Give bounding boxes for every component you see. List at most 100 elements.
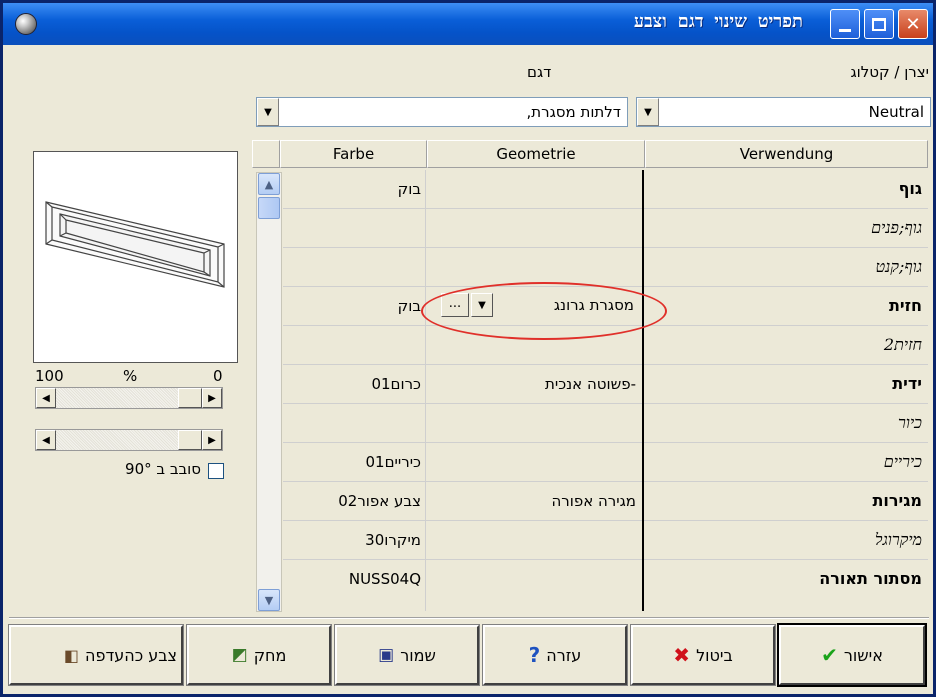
table-row[interactable]: מיקרו30 מיקרוגל [283, 521, 928, 560]
table-row[interactable]: בוק גוף [283, 170, 928, 209]
arrow-right-icon: ▶ [208, 392, 216, 404]
app-globe-icon[interactable] [15, 13, 37, 35]
farbe-cell[interactable]: צבע אפור02 [283, 482, 426, 521]
verwendung-cell[interactable]: גוף;קנט [646, 248, 928, 287]
opacity-unit-label: % [123, 367, 138, 385]
geometrie-cell [426, 599, 644, 611]
ok-button[interactable]: אישור ✔ [777, 623, 927, 687]
dialog-window: תפריט שינוי דגם וצבע ✕ יצרן / קטלוג דגם … [0, 0, 936, 697]
slider-thumb[interactable] [178, 430, 202, 450]
rotation-slider[interactable]: ◀ ▶ [35, 429, 223, 451]
farbe-cell[interactable] [283, 248, 426, 287]
table-row[interactable]: NUSS04Q מסתור תאורה [283, 560, 928, 599]
model-select[interactable]: ▼ דלתות מסגרת, [256, 97, 628, 127]
title-bar[interactable]: תפריט שינוי דגם וצבע ✕ [3, 3, 933, 45]
scroll-right-button[interactable]: ▶ [202, 388, 222, 408]
ok-button-label: אישור [843, 645, 883, 665]
table-row[interactable]: גוף;קנט [283, 248, 928, 287]
farbe-cell[interactable] [283, 326, 426, 365]
farbe-cell[interactable] [283, 404, 426, 443]
farbe-cell [283, 599, 426, 611]
scroll-down-button[interactable]: ▼ [258, 589, 280, 611]
geometrie-cell[interactable] [426, 560, 644, 599]
farbe-cell[interactable]: NUSS04Q [283, 560, 426, 599]
slider-thumb[interactable] [178, 388, 202, 408]
farbe-cell[interactable]: כיריים01 [283, 443, 426, 482]
delete-button[interactable]: מחק ◩ [186, 624, 332, 686]
help-button[interactable]: עזרה ? [482, 624, 628, 686]
table-row[interactable]: כיריים01 כיריים [283, 443, 928, 482]
save-button-label: שמור [400, 645, 436, 665]
set-preferred-color-button[interactable]: צבע כהעדפה ◧ [8, 624, 184, 686]
scroll-up-button[interactable]: ▲ [258, 173, 280, 195]
geometrie-cell[interactable]: -פשוטה אנכית [426, 365, 644, 404]
table-scrollbar[interactable]: ▲ ▼ [256, 172, 282, 612]
scroll-left-button[interactable]: ◀ [36, 430, 56, 450]
scroll-left-button[interactable]: ◀ [36, 388, 56, 408]
geometrie-cell[interactable] [426, 521, 644, 560]
maximize-button[interactable] [864, 9, 894, 39]
assignment-table: Farbe Geometrie Verwendung ▲ ▼ בוק גוף ג… [252, 140, 928, 612]
maximize-icon [872, 17, 886, 31]
column-header-farbe[interactable]: Farbe [280, 140, 427, 168]
farbe-cell[interactable]: מיקרו30 [283, 521, 426, 560]
table-row[interactable]: כרום01 -פשוטה אנכית ידית [283, 365, 928, 404]
farbe-cell[interactable]: בוק [283, 287, 426, 326]
close-button[interactable]: ✕ [898, 9, 928, 39]
chevron-down-icon: ▼ [644, 106, 652, 118]
column-header-verwendung[interactable]: Verwendung [645, 140, 928, 168]
table-row[interactable]: כיור [283, 404, 928, 443]
column-header-geometrie[interactable]: Geometrie [427, 140, 645, 168]
cancel-button-label: ביטול [696, 645, 733, 665]
farbe-cell[interactable] [283, 209, 426, 248]
verwendung-cell[interactable]: כיור [646, 404, 928, 443]
scroll-right-button[interactable]: ▶ [202, 430, 222, 450]
catalog-select-value: Neutral [868, 103, 924, 121]
geometrie-cell[interactable] [426, 443, 644, 482]
geometrie-cell[interactable] [426, 170, 644, 209]
table-row[interactable]: גוף;פנים [283, 209, 928, 248]
farbe-cell[interactable]: בוק [283, 170, 426, 209]
opacity-max-label: 100 [35, 367, 64, 385]
rotate-90-checkbox[interactable] [208, 463, 224, 479]
eraser-icon: ◩ [231, 645, 248, 665]
scroll-thumb[interactable] [258, 197, 280, 219]
geometrie-cell[interactable] [426, 209, 644, 248]
model-label: דגם [527, 63, 552, 81]
save-disk-icon: ▣ [378, 645, 395, 665]
verwendung-cell[interactable]: חזית [646, 287, 928, 326]
arrow-left-icon: ◀ [42, 392, 50, 404]
catalog-label: יצרן / קטלוג [850, 63, 929, 81]
catalog-dropdown-button[interactable]: ▼ [637, 98, 659, 126]
opacity-slider[interactable]: ◀ ▶ [35, 387, 223, 409]
verwendung-cell[interactable]: גוף [646, 170, 928, 209]
verwendung-cell[interactable]: ידית [646, 365, 928, 404]
arrow-left-icon: ◀ [42, 434, 50, 446]
geometrie-cell[interactable]: מגירה אפורה [426, 482, 644, 521]
verwendung-cell[interactable]: מגירות [646, 482, 928, 521]
verwendung-cell[interactable]: גוף;פנים [646, 209, 928, 248]
minimize-button[interactable] [830, 9, 860, 39]
checkmark-icon: ✔ [821, 643, 838, 667]
verwendung-cell[interactable]: מיקרוגל [646, 521, 928, 560]
table-row[interactable]: צבע אפור02 מגירה אפורה מגירות [283, 482, 928, 521]
paint-bucket-icon: ◧ [63, 645, 80, 665]
verwendung-cell[interactable]: חזית2 [646, 326, 928, 365]
question-mark-icon: ? [528, 643, 541, 667]
geometrie-cell[interactable] [426, 404, 644, 443]
arrow-up-icon: ▲ [264, 177, 274, 191]
model-dropdown-button[interactable]: ▼ [257, 98, 279, 126]
save-button[interactable]: שמור ▣ [334, 624, 480, 686]
red-x-icon: ✖ [673, 643, 691, 667]
farbe-cell[interactable]: כרום01 [283, 365, 426, 404]
cancel-button[interactable]: ביטול ✖ [630, 624, 776, 686]
rotate-90-label: סובב ב 90° [125, 460, 201, 478]
footer-divider [9, 617, 929, 619]
catalog-select[interactable]: ▼ Neutral [636, 97, 931, 127]
opacity-scale: 100 % 0 [35, 367, 235, 385]
preferred-color-label: צבע כהעדפה [85, 645, 177, 665]
verwendung-cell[interactable]: כיריים [646, 443, 928, 482]
table-row-partial [283, 599, 928, 611]
delete-button-label: מחק [253, 645, 287, 665]
verwendung-cell[interactable]: מסתור תאורה [646, 560, 928, 599]
